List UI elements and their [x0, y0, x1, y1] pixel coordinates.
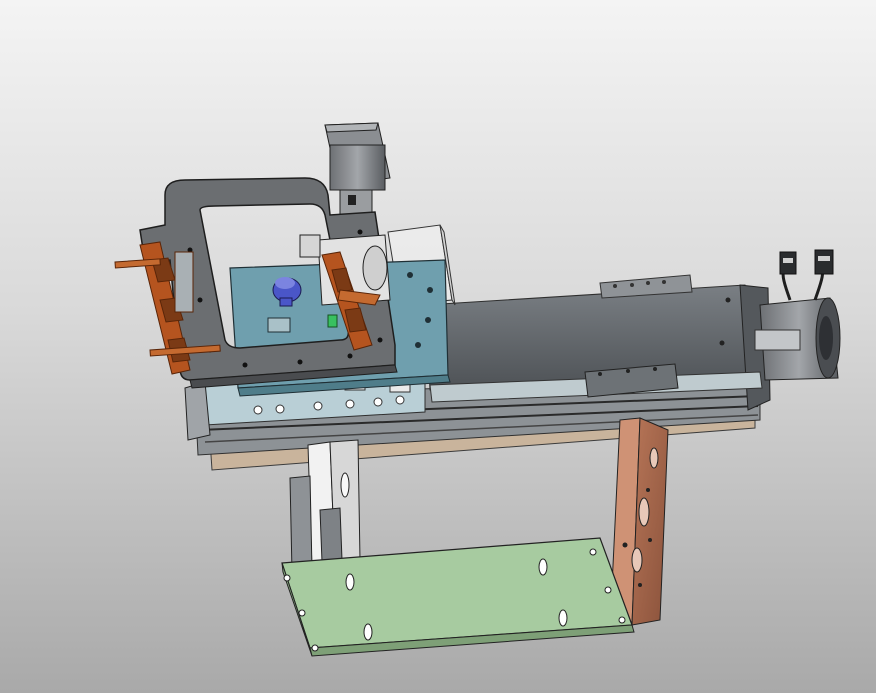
green-indicator [327, 314, 338, 328]
stepper-motor-top [324, 122, 391, 221]
cad-model-render [114, 122, 841, 657]
servo-motor-right [754, 249, 841, 381]
cad-viewport[interactable] [0, 0, 876, 693]
